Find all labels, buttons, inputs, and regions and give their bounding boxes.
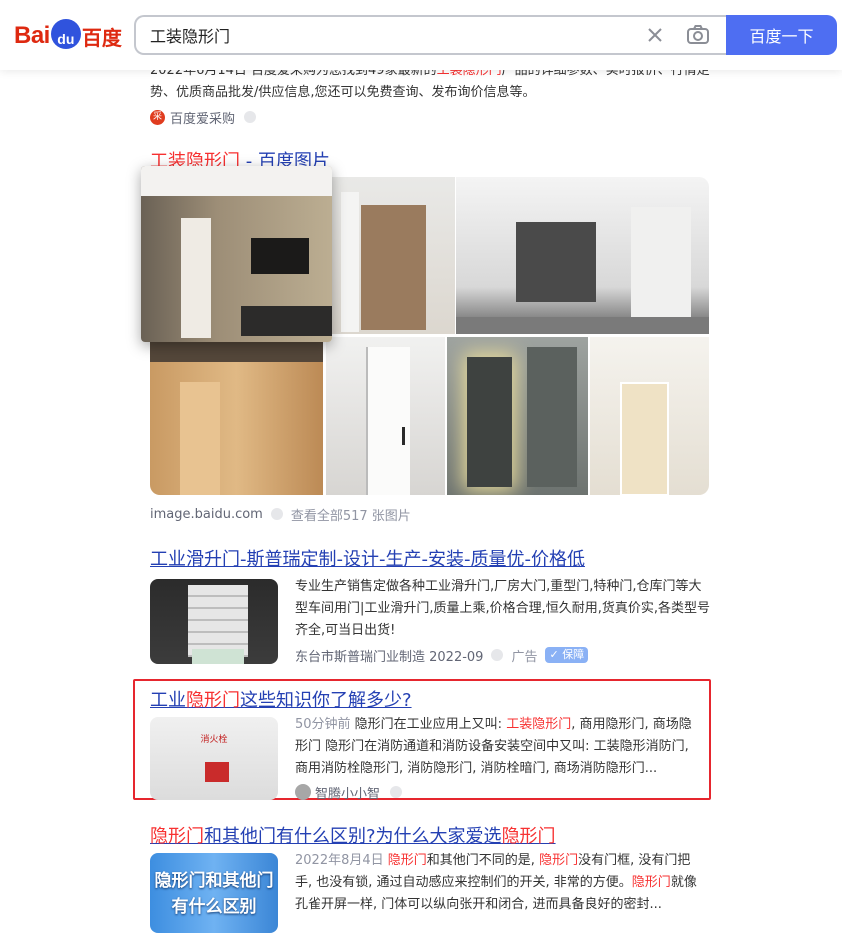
thumbnail-caption: 隐形门和其他门 有什么区别 (150, 868, 278, 920)
paw-icon: du (50, 19, 81, 49)
search-box (134, 15, 726, 55)
avatar (295, 784, 311, 800)
more-icon[interactable] (270, 508, 283, 520)
thumbnail-caption-line: 隐形门和其他门 (154, 871, 274, 891)
snippet-line: 形门 隐形门在消防通道和消防设备安装空间中又叫: 工装隐形消防门, (295, 739, 689, 754)
snippet-highlight: 隐形门 (387, 853, 427, 868)
title-highlight: 隐形门 (501, 826, 556, 847)
snippet-highlight: 隐形门 (539, 853, 579, 868)
snippet-line: 孔雀开屏一样, 门体可以纵向张开和闭合, 进而具备良好的密封... (295, 897, 662, 912)
snippet-line: 型车间用门|工业滑升门,质量上乘,价格合理,恒久耐用,货真价实,各类型号 (295, 601, 711, 616)
result-thumbnail[interactable]: 消火栓 (150, 717, 278, 800)
image-domain[interactable]: image.baidu.com (150, 507, 263, 522)
logo-text-bai: Bai (14, 22, 50, 49)
result-thumbnail[interactable] (150, 579, 278, 664)
snippet-text: 隐形门在工业应用上又叫: (350, 717, 507, 732)
clear-icon[interactable] (644, 24, 666, 46)
title-text: 和其他门有什么区别?为什么大家爱选 (204, 826, 502, 847)
more-icon[interactable] (244, 111, 257, 123)
logo-text-cn: 百度 (81, 25, 122, 50)
thumbnail-caption-line: 有什么区别 (171, 897, 257, 917)
image-thumb[interactable] (331, 177, 455, 334)
title-text: 这些知识你了解多少? (240, 690, 412, 711)
image-thumb[interactable] (447, 337, 588, 495)
guarantee-badge[interactable]: ✓ 保障 (545, 647, 589, 663)
source-name: 百度爱采购 (170, 111, 236, 127)
source-name[interactable]: 东台市斯普瑞门业制造 2022-09 (295, 646, 483, 665)
snippet-text: 和其他门不同的是, (426, 853, 540, 868)
snippet-line: 势、优质商品批发/供应信息,您还可以免费查询、发布询价信息等。 (150, 85, 536, 100)
snippet-line: 50分钟前 隐形门在工业应用上又叫: 工装隐形门, 商用隐形门, 商场隐 (295, 714, 715, 736)
search-input[interactable] (150, 17, 620, 53)
source-name[interactable]: 智腾小小智 (315, 783, 380, 802)
snippet-text: 就像 (670, 875, 697, 890)
snippet-text: , 商用隐形门, 商场隐 (571, 717, 692, 732)
result-title-difference[interactable]: 隐形门和其他门有什么区别?为什么大家爱选隐形门 (150, 822, 556, 848)
camera-icon[interactable] (686, 24, 710, 46)
image-thumb[interactable] (150, 337, 323, 495)
snippet-highlight: 隐形门 (631, 875, 671, 890)
result-snippet: 专业生产销售定做各种工业滑升门,厂房大门,重型门,特种门,仓库门等大 型车间用门… (295, 576, 715, 642)
result-title-slide-door[interactable]: 工业滑升门-斯普瑞定制-设计-生产-安装-质量优-价格低 (150, 545, 585, 571)
result-source[interactable]: 采 百度爱采购 (150, 107, 257, 127)
title-text: 工业 (150, 690, 186, 711)
thumbnail-sign-text: 消火栓 (200, 735, 228, 745)
snippet-text: 没有门框, 没有门把 (578, 853, 691, 868)
result-source: 智腾小小智 (295, 782, 403, 802)
image-thumb-hovered[interactable] (141, 166, 332, 342)
badge-text: 保障 (562, 648, 585, 661)
result-title-knowledge[interactable]: 工业隐形门这些知识你了解多少? (150, 686, 412, 712)
result-date: 2022年8月4日 (295, 853, 384, 868)
search-button[interactable]: 百度一下 (726, 15, 837, 55)
result-thumbnail[interactable]: 隐形门和其他门 有什么区别 (150, 853, 278, 933)
snippet-line: 商用消防栓隐形门, 消防隐形门, 消防栓暗门, 商场消防隐形门... (295, 761, 658, 776)
title-highlight: 隐形门 (150, 826, 204, 847)
result-source: 东台市斯普瑞门业制造 2022-09 广告 ✓ 保障 (295, 645, 589, 665)
title-highlight: 隐形门 (186, 690, 240, 711)
result-snippet: 50分钟前 隐形门在工业应用上又叫: 工装隐形门, 商用隐形门, 商场隐 形门 … (295, 714, 715, 780)
result-time: 50分钟前 (295, 717, 351, 732)
image-thumb[interactable] (456, 177, 709, 334)
image-result-footer: image.baidu.com 查看全部517 张图片 (150, 504, 411, 524)
more-icon[interactable] (491, 649, 504, 661)
snippet-text: 手, 也没有锁, 通过自动感应来控制们的开关, 非常的方便。 (295, 875, 632, 890)
snippet-line: 手, 也没有锁, 通过自动感应来控制们的开关, 非常的方便。隐形门就像 (295, 872, 715, 894)
snippet-line: 专业生产销售定做各种工业滑升门,厂房大门,重型门,特种门,仓库门等大 (295, 579, 702, 594)
logo-text-du: du (57, 31, 75, 47)
image-thumb[interactable] (326, 337, 445, 495)
baidu-logo[interactable]: Bai du 百度 (14, 16, 122, 56)
image-thumb[interactable] (590, 337, 709, 495)
more-icon[interactable] (390, 786, 403, 798)
snippet-line: 齐全,可当日出货! (295, 623, 396, 638)
snippet-highlight: 工装隐形门 (506, 717, 572, 732)
snippet-line: 2022年8月4日 隐形门和其他门不同的是, 隐形门没有门框, 没有门把 (295, 850, 715, 872)
aicaigou-icon: 采 (150, 109, 165, 125)
search-header: Bai du 百度 百度一下 (0, 0, 842, 70)
ad-label: 广告 (511, 649, 538, 665)
result-snippet: 2022年8月4日 隐形门和其他门不同的是, 隐形门没有门框, 没有门把 手, … (295, 850, 715, 916)
view-all-images-link[interactable]: 查看全部517 张图片 (291, 505, 411, 524)
